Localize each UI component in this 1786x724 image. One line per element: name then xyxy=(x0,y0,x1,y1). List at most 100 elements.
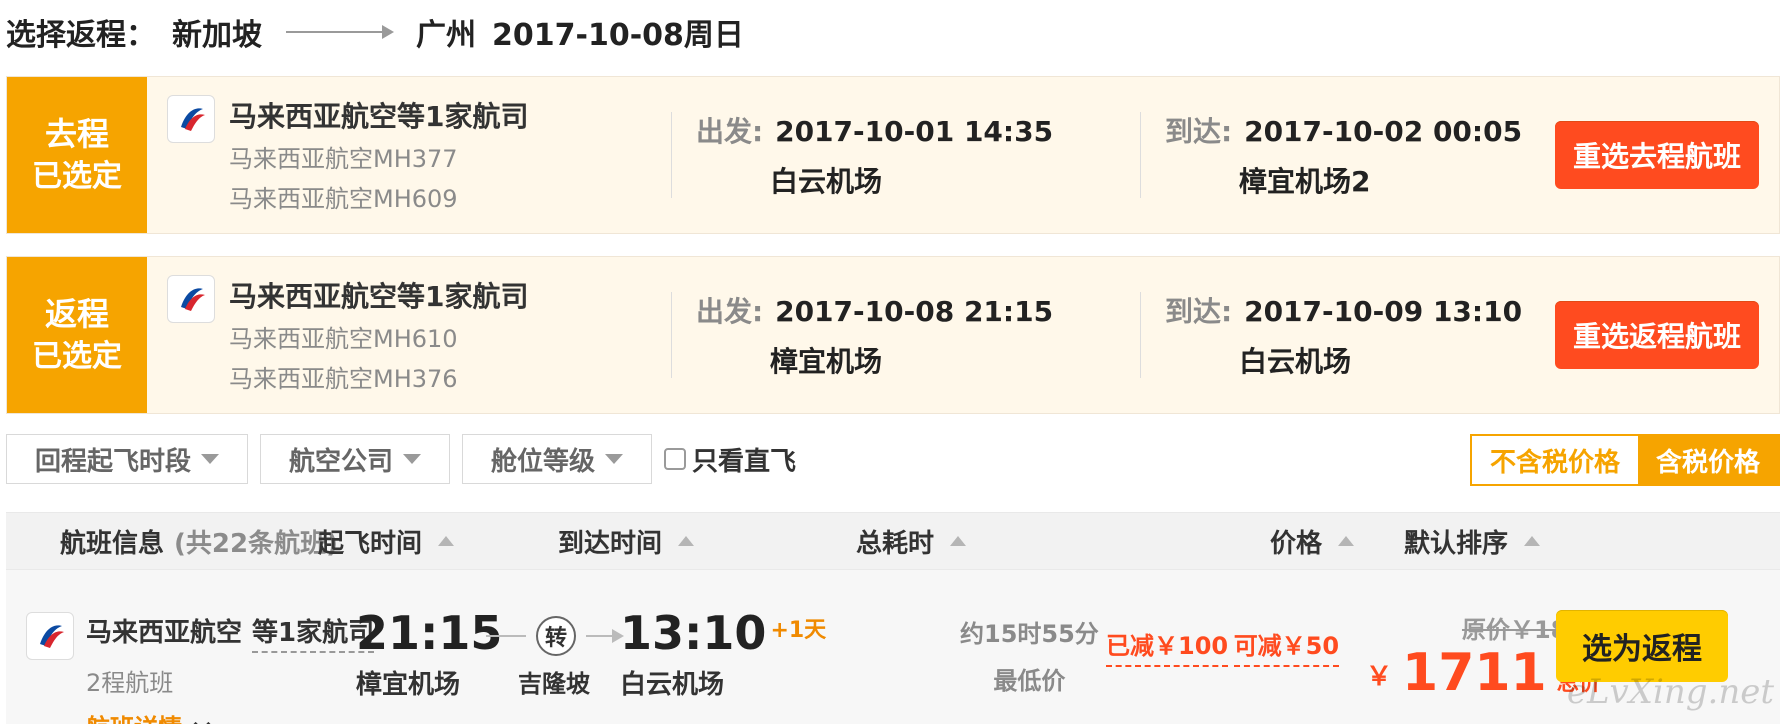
row-transfer-track: 转 xyxy=(486,616,624,656)
row-flight-type: 2程航班 xyxy=(86,669,174,697)
header-flight-info[interactable]: 航班信息 (共22条航班) xyxy=(60,523,338,560)
tax-exclude-option[interactable]: 不含税价格 xyxy=(1471,436,1638,484)
return-departure: 出发: 2017-10-08 21:15 樟宜机场 xyxy=(696,290,1116,380)
return-arr-time: 2017-10-09 13:10 xyxy=(1244,295,1523,328)
direct-only-checkbox[interactable]: 只看直飞 xyxy=(664,441,796,478)
return-arr-label: 到达: xyxy=(1165,295,1233,328)
outbound-airline-name: 马来西亚航空等1家航司 xyxy=(229,99,529,133)
flight-result-row: 马来西亚航空 等1家航司 2程航班 航班详情 21:15 樟宜机场 转 吉隆坡 … xyxy=(6,570,1780,724)
row-duration: 约15时55分 最低价 xyxy=(960,614,1099,696)
row-arrival: 13:10 +1天 白云机场 xyxy=(620,606,826,701)
route-prefix: 选择返程： xyxy=(6,18,156,53)
outbound-flight-1: 马来西亚航空MH377 xyxy=(229,144,458,173)
sort-up-icon xyxy=(678,536,695,546)
header-departure-time[interactable]: 起飞时间 xyxy=(318,523,455,560)
row-transfer: 转 吉隆坡 xyxy=(486,616,624,699)
row-arrival-time: 13:10 xyxy=(620,606,767,660)
sort-up-icon xyxy=(1524,536,1541,546)
selected-outbound-card: 去程 已选定 马来西亚航空等1家航司 马来西亚航空MH377 马来西亚航空MH6… xyxy=(6,76,1780,234)
filter-cabin-class[interactable]: 舱位等级 xyxy=(462,434,653,484)
header-flight-count: (共22条航班) xyxy=(174,528,338,559)
selected-return-card: 返程 已选定 马来西亚航空等1家航司 马来西亚航空MH610 马来西亚航空MH3… xyxy=(6,256,1780,414)
watermark: eLvXing.net xyxy=(1566,672,1774,712)
return-details: 马来西亚航空等1家航司 马来西亚航空MH610 马来西亚航空MH376 出发: … xyxy=(147,257,1779,413)
row-duration-text: 约15时55分 xyxy=(960,620,1099,648)
header-default-sort[interactable]: 默认排序 xyxy=(1404,523,1541,560)
malaysia-airlines-logo-icon xyxy=(26,612,74,660)
row-airline-block: 马来西亚航空 等1家航司 2程航班 航班详情 xyxy=(26,612,375,724)
return-dep-time: 2017-10-08 21:15 xyxy=(775,295,1054,328)
header-default-sort-label: 默认排序 xyxy=(1404,528,1509,559)
top-route-bar: 选择返程： 新加坡 广州 2017-10-08周日 xyxy=(6,6,744,58)
header-price-label: 价格 xyxy=(1270,528,1323,559)
reselect-outbound-button[interactable]: 重选去程航班 xyxy=(1554,121,1759,189)
route-to-city: 广州 xyxy=(416,18,476,53)
outbound-departure: 出发: 2017-10-01 14:35 白云机场 xyxy=(696,110,1116,200)
header-price[interactable]: 价格 xyxy=(1270,523,1355,560)
currency-symbol: ￥ xyxy=(1366,662,1393,692)
return-arrival: 到达: 2017-10-09 13:10 白云机场 xyxy=(1165,290,1585,380)
transfer-city: 吉隆坡 xyxy=(518,670,590,698)
header-flight-info-label: 航班信息 xyxy=(60,528,165,559)
header-departure-time-label: 起飞时间 xyxy=(318,528,423,559)
checkbox-icon[interactable] xyxy=(664,448,687,470)
sort-up-icon xyxy=(950,536,967,546)
filter-return-time-slot-label: 回程起飞时段 xyxy=(35,446,192,477)
return-dep-label: 出发: xyxy=(696,295,764,328)
return-flight-2: 马来西亚航空MH376 xyxy=(229,365,458,393)
return-airline-texts: 马来西亚航空等1家航司 马来西亚航空MH610 马来西亚航空MH376 xyxy=(229,275,528,396)
filter-airline[interactable]: 航空公司 xyxy=(260,434,451,484)
row-departure-time: 21:15 xyxy=(356,606,503,660)
return-divider-1 xyxy=(671,292,672,378)
reselect-return-button[interactable]: 重选返程航班 xyxy=(1554,301,1759,369)
return-status-badge: 返程 已选定 xyxy=(7,257,147,413)
return-airline-name: 马来西亚航空等1家航司 xyxy=(229,279,529,313)
return-dep-airport: 樟宜机场 xyxy=(770,345,883,378)
filter-return-time-slot[interactable]: 回程起飞时段 xyxy=(6,434,249,484)
outbound-dep-time: 2017-10-01 14:35 xyxy=(775,115,1054,148)
direct-only-label: 只看直飞 xyxy=(692,446,797,477)
transfer-icon: 转 xyxy=(536,616,576,656)
route-arrow-line xyxy=(286,25,394,39)
header-total-duration-label: 总耗时 xyxy=(856,528,935,559)
header-total-duration[interactable]: 总耗时 xyxy=(856,523,967,560)
row-airline-texts: 马来西亚航空 等1家航司 2程航班 航班详情 xyxy=(86,612,375,724)
row-discounts: 已减￥100 可减￥50 xyxy=(1106,614,1340,667)
outbound-badge-subtitle: 已选定 xyxy=(32,159,122,195)
header-arrival-time[interactable]: 到达时间 xyxy=(558,523,695,560)
discount-available[interactable]: 可减￥50 xyxy=(1233,626,1340,667)
flight-table-header: 航班信息 (共22条航班) 起飞时间 到达时间 总耗时 价格 默认排序 xyxy=(6,512,1780,570)
return-divider-2 xyxy=(1140,292,1141,378)
outbound-arr-label: 到达: xyxy=(1165,115,1233,148)
outbound-dep-label: 出发: xyxy=(696,115,764,148)
filter-cabin-class-label: 舱位等级 xyxy=(491,446,596,477)
tax-price-toggle: 不含税价格 含税价格 xyxy=(1469,434,1780,486)
row-flight-details-link[interactable]: 航班详情 xyxy=(86,708,374,724)
header-arrival-time-label: 到达时间 xyxy=(558,528,663,559)
transfer-line-left xyxy=(486,635,526,637)
outbound-badge-title: 去程 xyxy=(44,114,109,153)
return-arr-airport: 白云机场 xyxy=(1239,345,1352,378)
malaysia-airlines-logo-icon xyxy=(167,94,215,143)
sort-up-icon xyxy=(438,536,455,546)
route-from-city: 新加坡 xyxy=(172,18,262,53)
row-departure: 21:15 樟宜机场 xyxy=(356,606,502,701)
outbound-arrival: 到达: 2017-10-02 00:05 樟宜机场2 xyxy=(1165,110,1585,200)
outbound-arr-airport: 樟宜机场2 xyxy=(1239,165,1371,198)
row-airline-line: 马来西亚航空 等1家航司 xyxy=(86,612,375,653)
route-arrow xyxy=(286,25,394,39)
row-airline-name: 马来西亚航空 xyxy=(86,618,243,648)
outbound-divider-1 xyxy=(671,112,672,198)
row-lowest-price-tag: 最低价 xyxy=(993,667,1066,695)
tax-include-option[interactable]: 含税价格 xyxy=(1637,436,1778,484)
outbound-dep-airport: 白云机场 xyxy=(770,165,883,198)
outbound-arr-time: 2017-10-02 00:05 xyxy=(1244,115,1523,148)
sort-up-icon xyxy=(1338,536,1355,546)
outbound-status-badge: 去程 已选定 xyxy=(7,77,147,233)
return-airline-block: 马来西亚航空等1家航司 马来西亚航空MH610 马来西亚航空MH376 xyxy=(147,274,647,396)
discount-applied[interactable]: 已减￥100 xyxy=(1106,626,1229,667)
row-flight-details-label: 航班详情 xyxy=(86,708,182,724)
transfer-arrow-icon xyxy=(586,629,624,643)
row-arrival-airport: 白云机场 xyxy=(620,670,725,700)
outbound-airline-block: 马来西亚航空等1家航司 马来西亚航空MH377 马来西亚航空MH609 xyxy=(147,94,647,216)
